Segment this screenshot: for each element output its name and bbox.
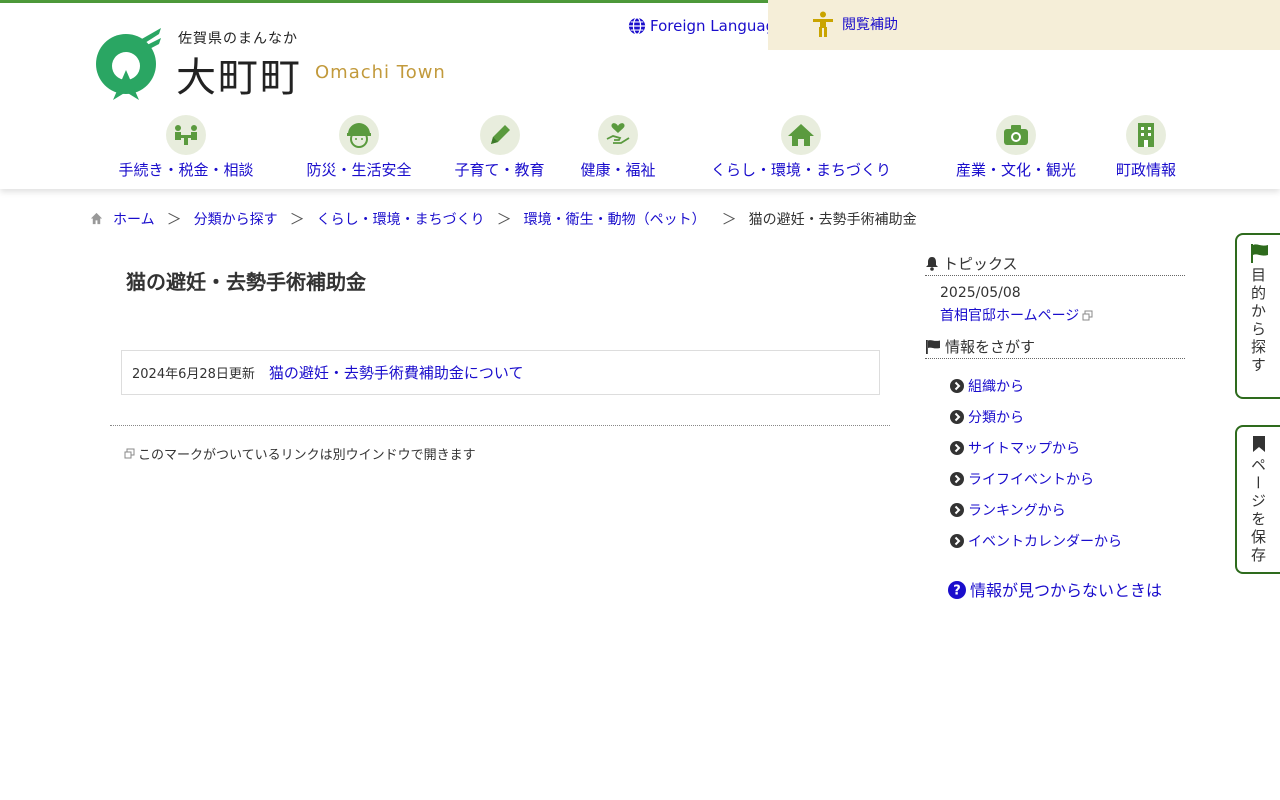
logo-title: 大町町 <box>176 55 302 101</box>
topic-date: 2025/05/08 <box>940 285 1021 301</box>
people-table-icon <box>166 115 206 155</box>
search-option-sitemap[interactable]: サイトマップから <box>950 432 1122 463</box>
foreign-language-label: Foreign Language <box>650 17 785 35</box>
accessibility-person-icon <box>813 11 833 37</box>
nav-item-town-info[interactable]: 町政情報 <box>1114 115 1178 180</box>
page-title: 猫の避妊・去勢手術補助金 <box>126 270 366 294</box>
logo-english: Omachi Town <box>315 62 446 83</box>
external-window-icon <box>124 448 135 459</box>
bell-icon <box>926 257 938 271</box>
breadcrumb-link[interactable]: 環境・衛生・動物（ペット） <box>524 209 706 229</box>
external-link-note-text: このマークがついているリンクは別ウインドウで開きます <box>138 448 476 463</box>
building-icon <box>1126 115 1166 155</box>
house-icon <box>781 115 821 155</box>
search-option-link[interactable]: イベントカレンダーから <box>968 531 1122 551</box>
breadcrumb-separator: ＞ <box>289 210 305 228</box>
topic-link-text: 首相官邸ホームページ <box>940 308 1080 324</box>
search-option-organization[interactable]: 組織から <box>950 370 1122 401</box>
breadcrumb-current: 猫の避妊・去勢手術補助金 <box>748 211 917 228</box>
accessibility-assist-link[interactable]: 閲覧補助 <box>812 11 898 37</box>
not-found-help-text: 情報が見つからないときは <box>969 581 1162 600</box>
search-option-life-event[interactable]: ライフイベントから <box>950 463 1122 494</box>
chevron-circle-right-icon <box>950 378 964 393</box>
nav-item-industry-culture[interactable]: 産業・文化・観光 <box>952 115 1080 180</box>
search-option-event-calendar[interactable]: イベントカレンダーから <box>950 525 1122 556</box>
flag-icon <box>1250 244 1268 263</box>
breadcrumb: ホーム ＞ 分類から探す ＞ くらし・環境・まちづくり ＞ 環境・衛生・動物（ペ… <box>90 208 917 229</box>
subsidy-article-link[interactable]: 猫の避妊・去勢手術費補助金について <box>269 362 524 383</box>
nav-label: 健康・福祉 <box>580 161 656 179</box>
nav-label: 子育て・教育 <box>454 161 545 179</box>
nav-item-living-environment[interactable]: くらし・環境・まちづくり <box>706 115 896 180</box>
helmet-icon <box>339 115 379 155</box>
chevron-circle-right-icon <box>950 409 964 424</box>
search-options-list: 組織から 分類から サイトマップから ライフイベントから ランキングから イベン… <box>950 370 1122 556</box>
topic-link[interactable]: 首相官邸ホームページ <box>940 305 1093 325</box>
breadcrumb-home-link[interactable]: ホーム <box>113 209 155 229</box>
chevron-circle-right-icon <box>950 471 964 486</box>
flag-icon <box>926 340 940 354</box>
home-icon <box>90 212 103 225</box>
breadcrumb-link[interactable]: 分類から探す <box>194 209 278 229</box>
save-page-label: ページを保存 <box>1249 457 1267 565</box>
globe-icon <box>628 17 646 35</box>
chevron-circle-right-icon <box>950 440 964 455</box>
nav-item-childcare-education[interactable]: 子育て・教育 <box>452 115 547 180</box>
purpose-search-label: 目的から探す <box>1249 267 1267 375</box>
nav-item-procedures[interactable]: 手続き・税金・相談 <box>113 115 259 180</box>
nav-label: 町政情報 <box>1115 161 1176 179</box>
nav-label: くらし・環境・まちづくり <box>710 161 891 179</box>
camera-icon <box>996 115 1036 155</box>
nav-item-disaster-safety[interactable]: 防災・生活安全 <box>303 115 415 180</box>
search-option-link[interactable]: 分類から <box>968 407 1024 427</box>
topics-heading: トピックス <box>925 253 1185 276</box>
bookmark-icon <box>1252 436 1265 452</box>
topics-heading-text: トピックス <box>943 255 1018 273</box>
nav-label: 産業・文化・観光 <box>955 161 1076 179</box>
search-option-link[interactable]: ライフイベントから <box>968 469 1094 489</box>
nav-label: 手続き・税金・相談 <box>118 161 254 179</box>
external-window-icon <box>1082 310 1093 320</box>
town-emblem-icon <box>96 28 161 100</box>
update-date: 2024年6月28日更新 <box>132 367 255 382</box>
search-heading-text: 情報をさがす <box>945 338 1036 356</box>
breadcrumb-separator: ＞ <box>721 210 737 228</box>
save-page-tab[interactable]: ページを保存 <box>1235 425 1280 574</box>
breadcrumb-separator: ＞ <box>166 210 182 228</box>
pencil-icon <box>479 115 520 155</box>
purpose-search-tab[interactable]: 目的から探す <box>1235 233 1280 399</box>
search-option-ranking[interactable]: ランキングから <box>950 494 1122 525</box>
search-option-link[interactable]: 組織から <box>968 376 1024 396</box>
external-link-note: このマークがついているリンクは別ウインドウで開きます <box>124 444 476 463</box>
chevron-circle-right-icon <box>950 533 964 548</box>
chevron-circle-right-icon <box>950 502 964 517</box>
nav-item-health-welfare[interactable]: 健康・福祉 <box>578 115 658 180</box>
breadcrumb-link[interactable]: くらし・環境・まちづくり <box>317 209 485 229</box>
question-circle-icon: ? <box>947 581 966 599</box>
content-divider <box>110 425 890 426</box>
svg-text:?: ? <box>953 584 961 599</box>
search-option-category[interactable]: 分類から <box>950 401 1122 432</box>
search-heading: 情報をさがす <box>925 336 1185 359</box>
breadcrumb-separator: ＞ <box>496 210 512 228</box>
not-found-help-link[interactable]: ? 情報が見つからないときは <box>945 580 1165 602</box>
search-option-link[interactable]: サイトマップから <box>968 438 1080 458</box>
search-option-link[interactable]: ランキングから <box>968 500 1066 520</box>
nav-label: 防災・生活安全 <box>306 161 412 179</box>
accessibility-assist-label: 閲覧補助 <box>842 17 898 33</box>
news-list-item: 2024年6月28日更新 猫の避妊・去勢手術費補助金について <box>121 350 880 395</box>
foreign-language-link[interactable]: Foreign Language <box>628 17 784 35</box>
heart-hand-icon <box>598 115 638 155</box>
